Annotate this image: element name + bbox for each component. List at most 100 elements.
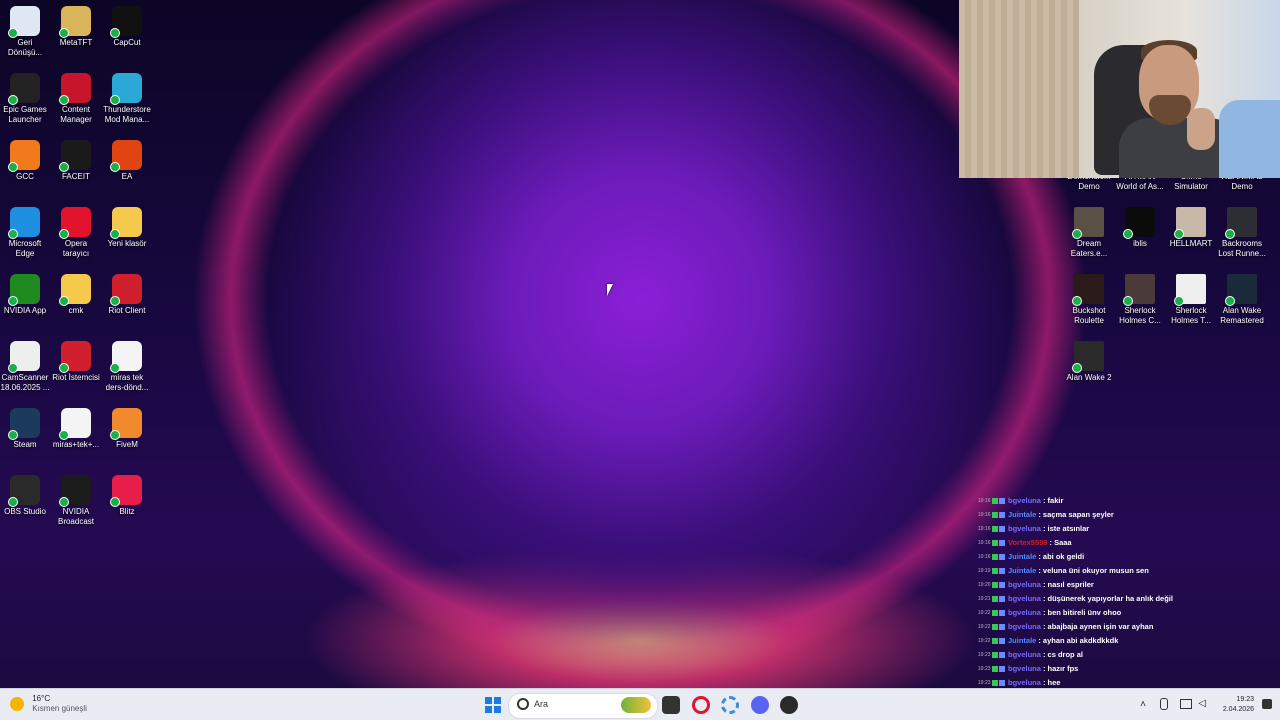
chat-text: : cs drop al [1042, 650, 1083, 659]
kick-badge-icon [992, 680, 998, 686]
desktop-icon[interactable]: miras+tek+... [51, 404, 101, 450]
sync-check-icon [8, 162, 18, 172]
sync-check-icon [110, 296, 120, 306]
fivem-icon [110, 408, 142, 440]
obs-icon[interactable] [780, 696, 798, 714]
chat-message: 19:20 bgveluna: nasıl espriler [978, 578, 1218, 592]
desktop-icon-label: Sherlock Holmes C... [1119, 306, 1161, 325]
content-manager-icon [59, 73, 91, 105]
desktop-icon-label: Backrooms Lost Runne... [1218, 239, 1266, 258]
desktop-icon[interactable]: Yeni klasör [102, 203, 152, 249]
desktop-icon-label: Alan Wake Remastered [1220, 306, 1264, 325]
sync-check-icon [59, 363, 69, 373]
desktop-icon[interactable]: miras tek ders-dönd... [102, 337, 152, 393]
chat-message: 19:16 bgveluna: fakir [978, 494, 1218, 508]
clock-time: 19:23 [1236, 696, 1254, 703]
desktop-icon[interactable]: MetaTFT [51, 2, 101, 48]
desktop-icon[interactable]: Thunderstore Mod Mana... [102, 69, 152, 125]
search-box[interactable]: Ara [508, 693, 658, 719]
desktop-icon-label: miras+tek+... [52, 440, 100, 449]
desktop-icon[interactable]: Microsoft Edge [0, 203, 50, 259]
desktop-icon[interactable]: Epic Games Launcher [0, 69, 50, 125]
chevron-up-icon[interactable]: ˄ [1140, 699, 1146, 710]
chat-message: 19:21 bgveluna: düşünerek yapıyorlar ha a… [978, 592, 1218, 606]
desktop-icon[interactable]: NVIDIA App [0, 270, 50, 316]
desktop-icon[interactable]: Buckshot Roulette [1064, 270, 1114, 326]
desktop-icon[interactable]: iblis [1115, 203, 1165, 249]
discord-icon[interactable] [751, 696, 769, 714]
chat-text: : abi ok geldi [1038, 552, 1085, 561]
desktop-icon[interactable]: Alan Wake Remastered [1217, 270, 1267, 326]
desktop-icon[interactable]: Blitz [102, 471, 152, 517]
game-icon [1072, 207, 1104, 239]
windows-start-icon[interactable] [484, 696, 502, 714]
desktop-icon[interactable]: Dream Eaters.e... [1064, 203, 1114, 259]
desktop-icon[interactable]: Riot Client [102, 270, 152, 316]
chat-username: bgveluna [1008, 496, 1041, 505]
sync-check-icon [8, 497, 18, 507]
chat-username: bgveluna [1008, 524, 1041, 533]
sync-check-icon [1123, 296, 1133, 306]
desktop-icon-label: Microsoft Edge [8, 239, 42, 258]
desktop-icon[interactable]: FiveM [102, 404, 152, 450]
chat-message: 19:23 bgveluna: cs drop al [978, 648, 1218, 662]
desktop-icon[interactable]: Backrooms Lost Runne... [1217, 203, 1267, 259]
weather-temp: 16°C [32, 694, 51, 703]
desktop-icon[interactable]: EA [102, 136, 152, 182]
desktop-icon-label: NVIDIA Broadcast [57, 507, 95, 526]
notification-icon[interactable] [1262, 699, 1272, 709]
weather-widget[interactable]: 16°C Kısmen güneşli [10, 694, 87, 714]
game-icon [1174, 207, 1206, 239]
chat-text: : Saaa [1049, 538, 1072, 547]
desktop-icon[interactable]: cmk [51, 270, 101, 316]
desktop-icon[interactable]: FACEIT [51, 136, 101, 182]
microphone-icon[interactable] [1160, 698, 1168, 710]
kick-badge-icon [992, 596, 998, 602]
speaker-icon[interactable]: ◁ [1198, 698, 1206, 709]
desktop-icon[interactable]: Steam [0, 404, 50, 450]
desktop-icon[interactable]: Sherlock Holmes C... [1115, 270, 1165, 326]
desktop-icon-label: Riot Client [108, 306, 146, 315]
kick-badge-icon [992, 526, 998, 532]
desktop-icon[interactable]: Alan Wake 2 [1064, 337, 1114, 383]
desktop-icon[interactable]: Opera tarayıcı [51, 203, 101, 259]
kick-badge-icon [992, 624, 998, 630]
desktop-icons-left: Geri Dönüşü... MetaTFT CapCut Epic Games La… [0, 0, 160, 680]
sync-check-icon [110, 28, 120, 38]
desktop-icon[interactable]: HELLMART [1166, 203, 1216, 249]
desktop-icon-label: Geri Dönüşü... [7, 38, 43, 57]
sync-check-icon [1174, 229, 1184, 239]
kick-badge-icon [992, 540, 998, 546]
folder-icon [59, 274, 91, 306]
settings-icon[interactable] [721, 696, 739, 714]
opera-icon[interactable] [692, 696, 710, 714]
sync-check-icon [110, 95, 120, 105]
desktop-icon-label: EA [121, 172, 133, 181]
desktop-icon[interactable]: OBS Studio [0, 471, 50, 517]
sync-check-icon [8, 430, 18, 440]
desktop-icon[interactable]: Sherlock Holmes T... [1166, 270, 1216, 326]
chat-text: : düşünerek yapıyorlar ha anlık değil [1042, 594, 1173, 603]
search-placeholder: Ara [534, 699, 549, 709]
recycle-bin-icon [8, 6, 40, 38]
chat-text: : ayhan abi akdkdkkdk [1038, 636, 1119, 645]
clock[interactable]: 19:23 2.04.2026 [1223, 695, 1254, 715]
steam-icon [8, 408, 40, 440]
desktop-icon[interactable]: CamScanner 18.06.2025 ... [0, 337, 50, 393]
chat-message: 19:22 bgveluna: abajbaja aynen işin var a… [978, 620, 1218, 634]
monitor-icon[interactable] [1180, 699, 1192, 709]
blitz-icon [110, 475, 142, 507]
sync-check-icon [8, 363, 18, 373]
desktop-icon[interactable]: GCC [0, 136, 50, 182]
ea-icon [110, 140, 142, 172]
desktop-icon[interactable]: Content Manager [51, 69, 101, 125]
kick-badge-icon [992, 652, 998, 658]
desktop-icon[interactable]: NVIDIA Broadcast [51, 471, 101, 527]
desktop-icon-label: Dream Eaters.e... [1070, 239, 1108, 258]
file-explorer-icon[interactable] [662, 696, 680, 714]
game-icon [1123, 274, 1155, 306]
desktop-icon[interactable]: Riot İstemcisi [51, 337, 101, 383]
desktop-icon[interactable]: CapCut [102, 2, 152, 48]
nvidia-broadcast-icon [59, 475, 91, 507]
desktop-icon[interactable]: Geri Dönüşü... [0, 2, 50, 58]
